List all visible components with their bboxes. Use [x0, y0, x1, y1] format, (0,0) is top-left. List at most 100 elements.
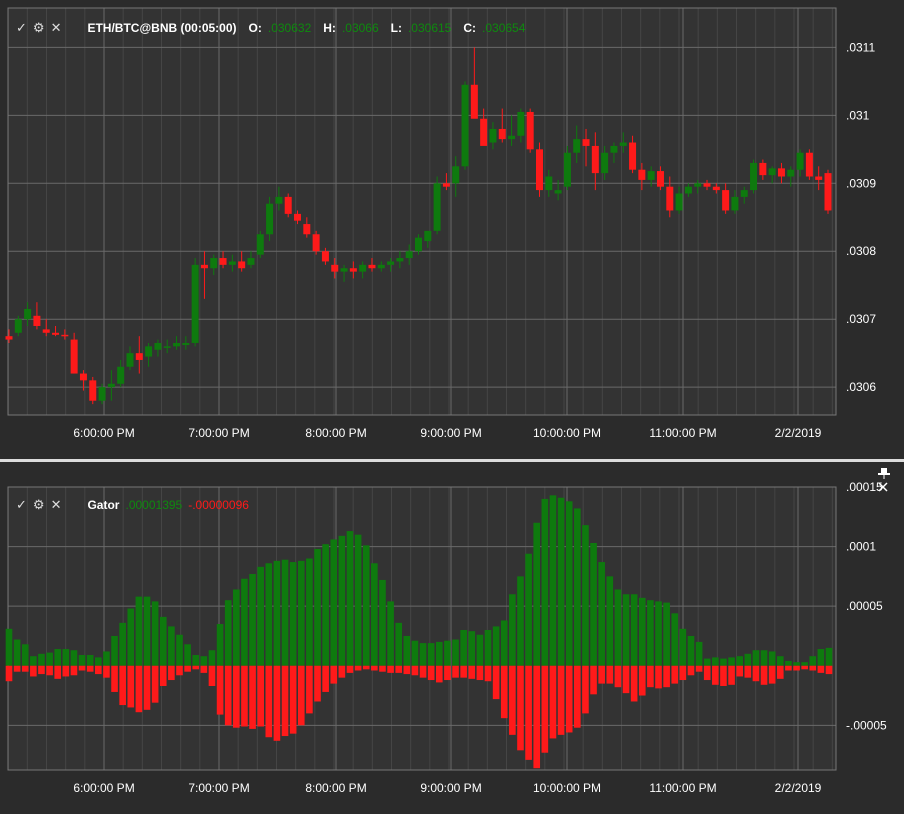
symbol-label: ETH/BTC@BNB (00:05:00): [87, 21, 237, 35]
x-tick-label: 7:00:00 PM: [188, 426, 249, 440]
gator-lower-bar: [233, 665, 240, 728]
gator-upper-bar: [265, 563, 273, 666]
candle-body: [647, 171, 655, 180]
high-value: .03066: [341, 21, 379, 35]
gator-lower-bar: [533, 665, 541, 769]
gator-upper-bar: [533, 522, 541, 666]
gear-icon[interactable]: ⚙: [33, 20, 45, 36]
low-label: L:: [390, 21, 402, 35]
check-icon[interactable]: ✓: [16, 497, 27, 513]
candle-body: [368, 264, 376, 269]
candle-body: [117, 366, 125, 384]
gator-lower-bar: [216, 665, 224, 715]
gator-upper-bar: [630, 594, 638, 666]
gator-upper-bar: [582, 525, 589, 666]
y-tick-label: .0306: [846, 380, 876, 394]
gator-upper-bar: [671, 613, 679, 666]
gator-upper-bar: [338, 535, 346, 666]
gator-lower-bar: [598, 665, 605, 684]
close-icon[interactable]: ✕: [51, 497, 62, 513]
gator-upper-bar: [289, 562, 297, 666]
candle-body: [98, 387, 106, 401]
gator-lower-bar: [752, 665, 760, 682]
gator-upper-bar: [273, 560, 281, 666]
gator-chart[interactable]: 6:00:00 PM 7:00:00 PM 8:00:00 PM 9:00:00 PM…: [0, 462, 904, 814]
gator-lower-bar: [500, 665, 508, 719]
gator-upper-bar: [54, 649, 62, 666]
gator-upper-bar: [663, 602, 670, 666]
candle-body: [508, 135, 516, 140]
gator-legend: ✓ ⚙ ✕ Gator .00001395 -.00000096: [16, 497, 249, 513]
gator-upper-bar: [216, 624, 224, 666]
gator-upper-bar: [70, 650, 78, 666]
candle-body: [442, 183, 450, 187]
gator-upper-bar: [13, 639, 21, 666]
gator-upper-bar: [817, 649, 825, 666]
gator-lower-bar: [168, 665, 175, 681]
gator-upper-bar: [354, 534, 362, 666]
candle-body: [610, 145, 618, 153]
x-tick-label: 11:00:00 PM: [649, 426, 716, 440]
gator-upper-bar: [768, 651, 776, 666]
candle-body: [126, 353, 134, 367]
gator-upper-bar: [525, 553, 532, 666]
gator-upper-bar: [509, 594, 516, 666]
gator-lower-bar: [70, 665, 78, 676]
gator-upper-bar: [427, 643, 435, 666]
x-tick-label: 9:00:00 PM: [420, 781, 481, 795]
gator-upper-bar: [801, 662, 808, 666]
gator-upper-bar: [127, 608, 135, 666]
gator-lower-bar: [582, 665, 589, 714]
close-price-value: .030654: [482, 21, 526, 35]
check-icon[interactable]: ✓: [16, 20, 27, 36]
gator-lower-bar: [411, 665, 419, 676]
candle-body: [498, 128, 506, 140]
gator-lower-bar: [159, 665, 167, 686]
candle-body: [52, 332, 60, 335]
gator-lower-bar: [614, 665, 622, 688]
candle-body: [70, 339, 78, 374]
gator-lower-bar: [736, 665, 744, 677]
gator-upper-bar: [492, 626, 500, 666]
gator-upper-bar: [703, 658, 711, 666]
gator-upper-bar: [38, 653, 45, 666]
pin-icon[interactable]: [878, 468, 890, 479]
gator-lower-bar: [176, 665, 183, 676]
gator-lower-bar: [86, 665, 94, 672]
gator-upper-bar: [176, 634, 183, 666]
gator-lower-bar: [517, 665, 524, 751]
x-tick-label: 10:00:00 PM: [533, 781, 601, 795]
x-tick-label: 7:00:00 PM: [188, 781, 249, 795]
open-value: .030632: [267, 21, 312, 35]
gator-lower-bar: [728, 665, 735, 685]
candle-body: [489, 128, 497, 143]
candle-body: [591, 145, 599, 174]
gator-lower-bar: [338, 665, 346, 678]
candle-body: [173, 342, 181, 347]
y-tick-label: .0309: [846, 176, 876, 190]
gator-lower-bar: [435, 665, 443, 683]
price-legend: ✓ ⚙ ✕ ETH/BTC@BNB (00:05:00) O: .030632 …: [16, 20, 525, 36]
gear-icon[interactable]: ⚙: [33, 497, 45, 513]
gator-lower-bar: [452, 665, 459, 678]
y-tick-label: .031: [846, 108, 870, 122]
close-icon[interactable]: ✕: [51, 20, 62, 36]
y-tick-label: .0308: [846, 244, 876, 258]
gator-lower-bar: [38, 665, 45, 675]
candle-body: [200, 264, 208, 269]
candle-body: [61, 334, 69, 337]
gator-upper-bar: [712, 657, 719, 666]
candle-body: [42, 329, 50, 333]
candle-body: [182, 342, 190, 346]
price-chart[interactable]: 6:00:00 PM 7:00:00 PM 8:00:00 PM 9:00:00 PM…: [0, 0, 904, 459]
gator-lower-bar: [103, 665, 110, 678]
gator-lower-bar: [444, 665, 451, 681]
close-pane-icon[interactable]: [878, 482, 888, 492]
gator-lower-bar: [695, 665, 703, 672]
candle-body: [777, 168, 785, 177]
x-tick-label: 6:00:00 PM: [73, 781, 134, 795]
x-tick-label: 2/2/2019: [775, 781, 822, 795]
gator-upper-bar: [86, 655, 94, 666]
candle-body: [629, 142, 637, 170]
gator-upper-bar: [606, 576, 614, 666]
